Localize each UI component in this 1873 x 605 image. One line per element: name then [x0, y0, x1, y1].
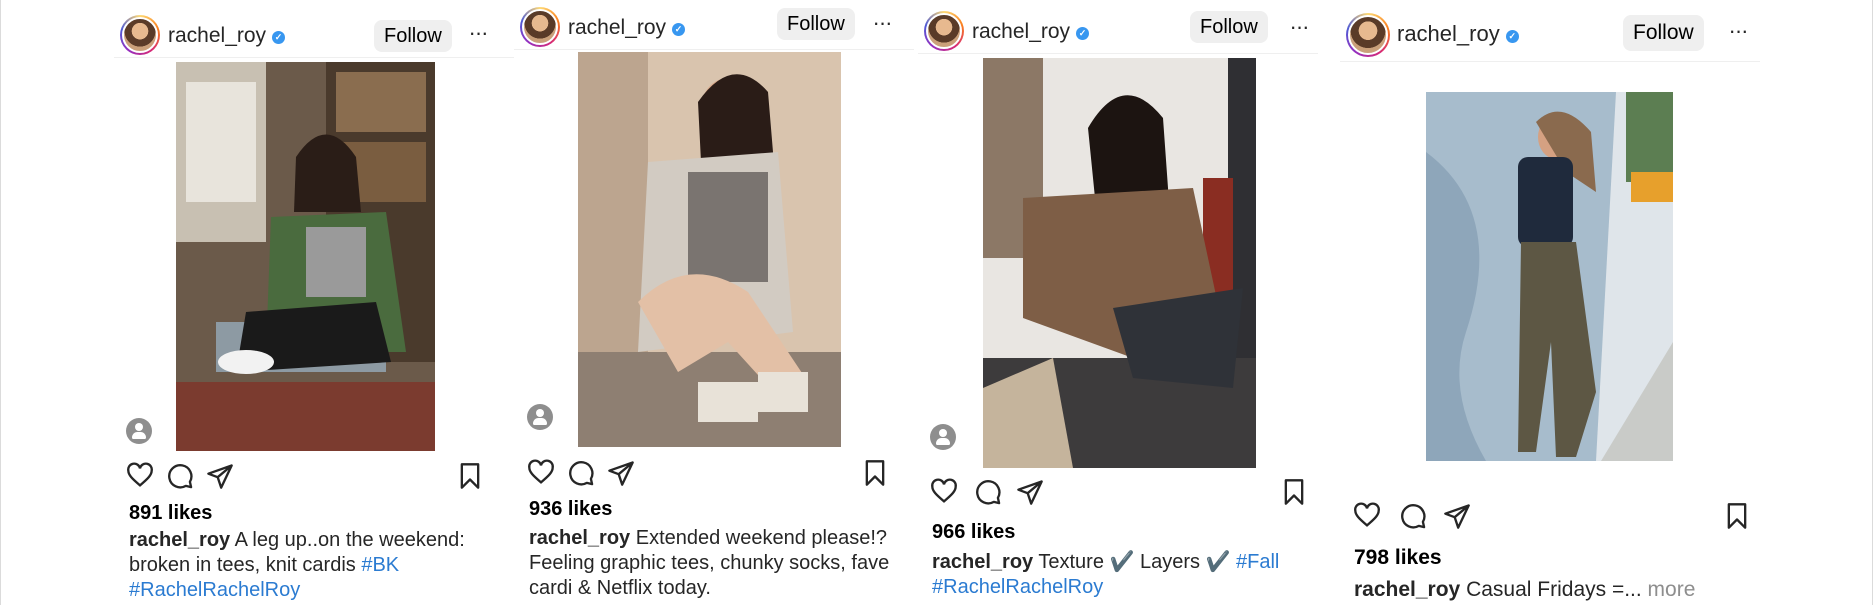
caption: rachel_roy Texture ✔️ Layers ✔️ #Fall #R… — [932, 550, 1322, 600]
caption-username[interactable]: rachel_roy — [1354, 578, 1460, 601]
bookmark-icon[interactable] — [456, 462, 486, 492]
heart-icon[interactable] — [1353, 502, 1383, 532]
likes-count[interactable]: 966 likes — [932, 521, 1015, 544]
tagged-person-icon[interactable] — [930, 424, 956, 450]
post-image[interactable] — [578, 52, 841, 447]
avatar[interactable] — [924, 11, 964, 51]
comment-icon[interactable] — [567, 459, 597, 489]
action-bar — [1353, 502, 1753, 534]
post-image[interactable] — [983, 58, 1256, 468]
post-card-1: rachel_roy ✓ Follow ··· 891 likes rachel… — [114, 10, 514, 605]
caption-username[interactable]: rachel_roy — [529, 527, 630, 549]
caption-text: Casual Fridays =... — [1460, 578, 1642, 601]
heart-icon[interactable] — [527, 459, 557, 489]
share-icon[interactable] — [607, 459, 637, 489]
comment-icon[interactable] — [166, 462, 196, 492]
post-header: rachel_roy ✓ Follow ··· — [114, 12, 514, 58]
heart-icon[interactable] — [126, 462, 156, 492]
more-options-icon[interactable]: ··· — [1723, 16, 1753, 46]
username[interactable]: rachel_roy ✓ — [568, 16, 686, 40]
username[interactable]: rachel_roy ✓ — [1397, 21, 1519, 47]
bookmark-icon[interactable] — [861, 459, 891, 489]
hashtag-link[interactable]: #RachelRachelRoy — [932, 576, 1103, 598]
caption-username[interactable]: rachel_roy — [129, 529, 230, 551]
share-icon[interactable] — [1016, 478, 1046, 508]
bookmark-icon[interactable] — [1723, 502, 1753, 532]
follow-button[interactable]: Follow — [777, 8, 855, 40]
avatar[interactable] — [520, 7, 560, 47]
more-link[interactable]: more — [1642, 578, 1696, 601]
more-options-icon[interactable]: ··· — [1284, 12, 1314, 42]
post-image[interactable] — [176, 62, 435, 451]
bookmark-icon[interactable] — [1280, 478, 1310, 508]
follow-button[interactable]: Follow — [1190, 11, 1268, 43]
more-options-icon[interactable]: ··· — [463, 18, 493, 48]
tagged-person-icon[interactable] — [126, 418, 152, 444]
post-card-4: rachel_roy ✓ Follow ··· 798 likes rachel_… — [1340, 0, 1760, 605]
post-card-3: rachel_roy ✓ Follow ··· 966 likes rachel_… — [918, 0, 1318, 605]
share-icon[interactable] — [1443, 502, 1473, 532]
left-border — [0, 0, 1, 605]
username[interactable]: rachel_roy ✓ — [168, 24, 286, 48]
post-header: rachel_roy ✓ Follow ··· — [514, 4, 914, 50]
caption: rachel_roy Extended weekend please!? Fee… — [529, 526, 899, 601]
likes-count[interactable]: 891 likes — [129, 502, 212, 525]
comment-icon[interactable] — [974, 478, 1004, 508]
caption-username[interactable]: rachel_roy — [932, 551, 1033, 573]
follow-button[interactable]: Follow — [374, 20, 452, 52]
username[interactable]: rachel_roy ✓ — [972, 20, 1090, 44]
verified-badge-icon: ✓ — [272, 31, 286, 44]
more-options-icon[interactable]: ··· — [867, 8, 897, 38]
likes-count[interactable]: 798 likes — [1354, 546, 1442, 570]
post-card-2: rachel_roy ✓ Follow ··· 936 likes rachel_… — [514, 0, 914, 605]
verified-badge-icon: ✓ — [1076, 27, 1090, 40]
avatar[interactable] — [1346, 13, 1390, 57]
follow-button[interactable]: Follow — [1623, 15, 1704, 51]
hashtag-link[interactable]: #BK — [361, 554, 399, 576]
heart-icon[interactable] — [930, 478, 960, 508]
comment-icon[interactable] — [1399, 502, 1429, 532]
likes-count[interactable]: 936 likes — [529, 498, 612, 521]
hashtag-link[interactable]: #Fall — [1236, 551, 1279, 573]
post-image[interactable] — [1426, 92, 1673, 461]
caption-text: Texture ✔️ Layers ✔️ — [1033, 551, 1237, 573]
action-bar — [930, 478, 1304, 510]
post-header: rachel_roy ✓ Follow ··· — [918, 8, 1318, 54]
verified-badge-icon: ✓ — [672, 23, 686, 36]
caption: rachel_roy Casual Fridays =... more — [1354, 577, 1754, 602]
action-bar — [126, 462, 486, 494]
verified-badge-icon: ✓ — [1505, 30, 1519, 43]
tagged-person-icon[interactable] — [527, 404, 553, 430]
caption: rachel_roy A leg up..on the weekend: bro… — [129, 528, 489, 603]
post-header: rachel_roy ✓ Follow ··· — [1340, 10, 1760, 62]
hashtag-link[interactable]: #RachelRachelRoy — [129, 579, 300, 601]
action-bar — [527, 459, 887, 491]
share-icon[interactable] — [206, 462, 236, 492]
avatar[interactable] — [120, 15, 160, 55]
